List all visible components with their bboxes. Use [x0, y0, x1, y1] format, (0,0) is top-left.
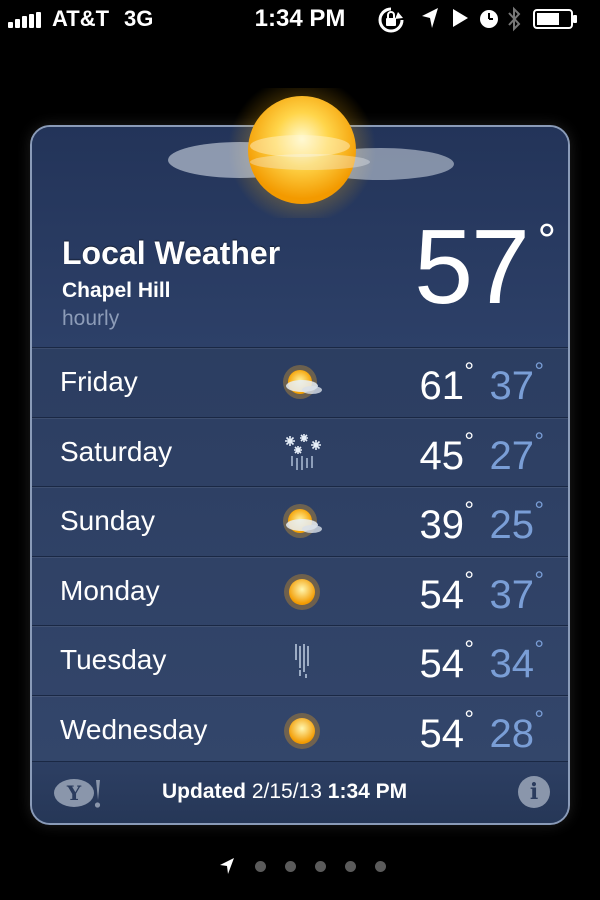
location-arrow-icon [220, 858, 234, 874]
forecast-row: Wednesday 54 ° 28 ° [32, 694, 568, 765]
high-temperature: 45 [419, 433, 465, 478]
high-temperature: 61 [419, 364, 465, 408]
forecast-row: Monday 54 ° 37 ° [32, 555, 568, 626]
high-degree-symbol: ° [464, 358, 474, 385]
low-temperature: 37 [489, 364, 535, 408]
location-arrow-icon [422, 8, 438, 28]
updated-time: 1:34 PM [327, 780, 408, 803]
low-degree-symbol: ° [534, 358, 544, 385]
high-temperature: 54 [419, 572, 465, 617]
page-indicator[interactable] [0, 856, 600, 876]
low-temperature: 25 [489, 503, 535, 547]
forecast-day: Sunday [60, 505, 155, 536]
low-degree-symbol: ° [534, 497, 544, 524]
weather-widget[interactable]: Local Weather Chapel Hill hourly 57 ° Fr… [30, 125, 570, 825]
rain-icon [295, 644, 309, 678]
high-degree-symbol: ° [464, 427, 474, 455]
degree-symbol: ° [537, 214, 556, 266]
low-degree-symbol: ° [534, 566, 544, 594]
partly-cloudy-sun-icon [168, 88, 454, 218]
status-bar: AT&T 3G 1:34 PM [0, 0, 600, 40]
play-icon [453, 9, 468, 27]
status-icons [376, 4, 586, 34]
low-degree-symbol: ° [534, 705, 544, 733]
high-temperature: 54 [419, 642, 465, 686]
forecast-day: Wednesday [60, 713, 208, 745]
sunny-icon [284, 573, 320, 610]
partly-cloudy-icon [283, 365, 322, 399]
low-temperature: 28 [489, 711, 535, 756]
updated-timestamp: Updated 2/15/13 1:34 PM [162, 780, 407, 804]
page-dot[interactable] [285, 861, 296, 872]
high-temperature: 39 [419, 503, 465, 547]
forecast-day: Saturday [60, 435, 173, 467]
low-temperature: 34 [489, 642, 535, 686]
low-temperature: 37 [489, 572, 535, 617]
yahoo-logo-icon[interactable]: Y [52, 776, 104, 810]
info-icon[interactable]: i [518, 776, 550, 808]
forecast-day: Tuesday [60, 644, 167, 675]
page-dot[interactable] [375, 861, 386, 872]
sunny-icon [284, 712, 320, 749]
forecast-row: Sunday 39 ° 25 ° [32, 486, 568, 556]
high-degree-symbol: ° [464, 566, 474, 594]
low-temperature: 27 [489, 433, 535, 478]
page-dot[interactable] [315, 861, 326, 872]
partly-cloudy-icon [283, 504, 322, 538]
updated-label: Updated [162, 780, 246, 803]
svg-text:Y: Y [66, 781, 82, 805]
forecast-day: Friday [60, 366, 138, 397]
forecast-list: Friday 61 ° 37 ° Saturday 45 ° 27 ° Sund… [32, 347, 568, 764]
forecast-row: Tuesday 54 ° 34 ° [32, 625, 568, 695]
high-degree-symbol: ° [464, 705, 474, 733]
high-temperature: 54 [419, 711, 465, 756]
alarm-clock-icon [480, 10, 498, 28]
page-dot[interactable] [345, 861, 356, 872]
snow-icon [285, 433, 321, 470]
low-degree-symbol: ° [534, 427, 544, 455]
forecast-row: Saturday 45 ° 27 ° [32, 416, 568, 487]
battery-icon [533, 9, 577, 29]
current-temperature: 57 [414, 208, 530, 326]
forecast-day: Monday [60, 574, 160, 606]
page-dot[interactable] [255, 861, 266, 872]
bluetooth-icon [508, 6, 521, 32]
high-degree-symbol: ° [464, 497, 474, 524]
high-degree-symbol: ° [464, 636, 474, 663]
location-name: Chapel Hill [62, 279, 171, 302]
rotation-lock-icon [378, 7, 404, 33]
forecast-row: Friday 61 ° 37 ° [32, 347, 568, 417]
widget-footer: Y Updated 2/15/13 1:34 PM i [32, 761, 568, 823]
low-degree-symbol: ° [534, 636, 544, 663]
widget-title: Local Weather [62, 235, 281, 271]
updated-date: 2/15/13 [251, 780, 322, 803]
forecast-mode[interactable]: hourly [62, 307, 119, 331]
